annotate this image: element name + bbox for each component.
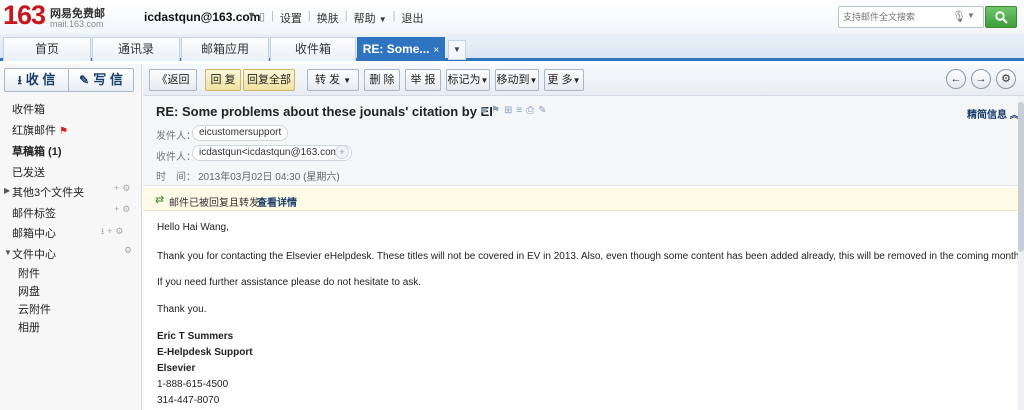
chevron-down-icon[interactable]: ▼ — [247, 10, 256, 20]
next-message-icon[interactable]: → — [971, 69, 991, 89]
account-name[interactable]: icdastqun@163.com — [144, 10, 260, 24]
body-paragraph: If you need further assistance please do… — [157, 277, 422, 288]
back-button[interactable]: 《返回 — [149, 69, 197, 91]
signature-name: Eric T Summers — [157, 331, 234, 342]
tag-actions[interactable]: +⚙ — [114, 204, 133, 215]
signature-title: E-Helpdesk Support — [157, 347, 253, 358]
search-box: 🎙 ▼ — [838, 6, 984, 28]
tab-apps[interactable]: 邮箱应用 — [181, 37, 269, 61]
chevron-down-icon: ▼ — [572, 76, 581, 85]
to-label: 收件人： — [156, 152, 196, 163]
signature-phone: 314-447-8070 — [157, 395, 220, 406]
logo[interactable]: 163 网易免费邮 mail.163.com — [3, 0, 113, 31]
help-link[interactable]: 帮助 ▼ — [354, 10, 387, 26]
report-button[interactable]: 举 报 — [405, 69, 441, 91]
collapse-arrow-icon[interactable]: ▼ — [4, 248, 12, 257]
edit-icon: ✎ — [79, 73, 90, 87]
top-bar: 163 网易免费邮 mail.163.com icdastqun@163.com… — [0, 0, 1024, 34]
chevron-down-icon: ▼ — [343, 76, 352, 85]
sender-pill[interactable]: eicustomersupport — [192, 125, 289, 141]
folder-actions[interactable]: +⚙ — [114, 183, 133, 194]
time-label: 时 间： — [156, 172, 196, 183]
close-icon[interactable]: × — [433, 45, 439, 56]
search-input[interactable] — [843, 10, 943, 24]
sidebar-item-drafts[interactable]: 草稿箱 (1) — [12, 143, 62, 159]
mark-as-button[interactable]: 标记为▼ — [446, 69, 490, 91]
compose-bar: ⭳ 收 信 ✎ 写 信 — [4, 68, 134, 92]
flag-icon: ⚑ — [59, 126, 69, 137]
top-nav: ▯ | 设置 | 换肤 | 帮助 ▼ | 退出 — [259, 10, 424, 26]
sidebar-subitem-attachments[interactable]: 附件 — [18, 265, 40, 281]
reply-button[interactable]: 回 复 — [205, 69, 241, 91]
sidebar-item-file-center[interactable]: 文件中心 — [12, 246, 56, 262]
body-paragraph: Thank you for contacting the Elsevier eH… — [157, 251, 1024, 262]
simplify-info-link[interactable]: 精简信息 ︽ — [967, 106, 1019, 121]
tab-current-message[interactable]: RE: Some... × — [357, 37, 445, 61]
tab-home[interactable]: 首页 — [3, 37, 91, 61]
reply-forward-icon: ⇄ — [155, 194, 165, 206]
search-button[interactable] — [985, 6, 1017, 28]
forward-button[interactable]: 转 发 ▼ — [307, 69, 359, 91]
tab-list-dropdown[interactable]: ▼ — [448, 40, 466, 60]
chevron-down-icon[interactable]: ▼ — [967, 11, 975, 20]
subject-action-icons[interactable]: ■⚑⊞≡⎙✎ — [481, 105, 551, 116]
sidebar-item-mail-center[interactable]: 邮箱中心 — [12, 225, 56, 241]
gear-icon[interactable]: ⚙ — [996, 69, 1016, 89]
body-greeting: Hello Hai Wang, — [157, 222, 229, 233]
write-button[interactable]: ✎ 写 信 — [69, 69, 133, 91]
add-contact-icon[interactable]: + — [335, 145, 349, 159]
message-toolbar: 《返回 回 复 回复全部 转 发 ▼ 删 除 举 报 标记为▼ 移动到▼ 更 多… — [143, 64, 1024, 96]
logo-domain: mail.163.com — [50, 19, 104, 29]
receive-button[interactable]: ⭳ 收 信 — [5, 69, 69, 91]
expand-arrow-icon[interactable]: ▶ — [4, 186, 10, 195]
microphone-icon[interactable]: 🎙 — [952, 10, 966, 23]
message-header: RE: Some problems about these jounals' c… — [143, 96, 1019, 186]
reply-all-button[interactable]: 回复全部 — [243, 69, 295, 91]
sidebar-item-inbox[interactable]: 收件箱 — [12, 101, 45, 117]
reply-notice-bar: ⇄ 邮件已被回复且转发 查看详情 — [143, 188, 1018, 211]
sidebar-item-flagged[interactable]: 红旗邮件 ⚑ — [12, 122, 68, 138]
chevron-down-icon: ▼ — [529, 76, 538, 85]
settings-link[interactable]: 设置 — [280, 10, 302, 26]
view-details-link[interactable]: 查看详情 — [257, 194, 297, 209]
file-center-settings-icon[interactable]: ⚙ — [124, 245, 135, 256]
sidebar: ⭳ 收 信 ✎ 写 信 收件箱 红旗邮件 ⚑ 草稿箱 (1) 已发送 ▶ 其他3个文… — [0, 64, 142, 410]
search-icon — [995, 11, 1008, 24]
sidebar-item-tags[interactable]: 邮件标签 — [12, 205, 56, 221]
more-button[interactable]: 更 多▼ — [544, 69, 584, 91]
logout-link[interactable]: 退出 — [401, 10, 423, 26]
skin-link[interactable]: 换肤 — [317, 10, 339, 26]
sidebar-item-sent[interactable]: 已发送 — [12, 164, 45, 180]
back-arrow-icon: 《 — [156, 74, 168, 86]
sidebar-item-other-folders[interactable]: 其他3个文件夹 — [12, 184, 84, 200]
tab-contacts[interactable]: 通讯录 — [92, 37, 180, 61]
mail-center-actions[interactable]: ⭳+⚙ — [101, 224, 126, 240]
body-thanks: Thank you. — [157, 304, 207, 315]
delete-button[interactable]: 删 除 — [364, 69, 400, 91]
recipient-pill[interactable]: icdastqun<icdastqun@163.com> — [192, 145, 352, 161]
sidebar-subitem-cloud-attachments[interactable]: 云附件 — [18, 301, 51, 317]
chevron-down-icon: ▼ — [480, 76, 489, 85]
notice-text: 邮件已被回复且转发 — [169, 198, 259, 209]
signature-phone: 1-888-615-4500 — [157, 379, 229, 390]
download-icon: ⭳ — [17, 73, 22, 87]
sidebar-subitem-netdisk[interactable]: 网盘 — [18, 283, 40, 299]
message-subject: RE: Some problems about these jounals' c… — [156, 104, 493, 119]
logo-number: 163 — [3, 0, 46, 30]
previous-message-icon[interactable]: ← — [946, 69, 966, 89]
message-date: 2013年03月02日 04:30 (星期六) — [198, 172, 340, 183]
scrollbar-thumb[interactable] — [1018, 102, 1024, 252]
signature-org: Elsevier — [157, 363, 196, 374]
move-to-button[interactable]: 移动到▼ — [495, 69, 539, 91]
sidebar-subitem-album[interactable]: 相册 — [18, 319, 40, 335]
from-label: 发件人： — [156, 131, 196, 142]
tab-inbox[interactable]: 收件箱 — [270, 37, 356, 61]
mobile-icon[interactable]: ▯ — [259, 10, 265, 26]
